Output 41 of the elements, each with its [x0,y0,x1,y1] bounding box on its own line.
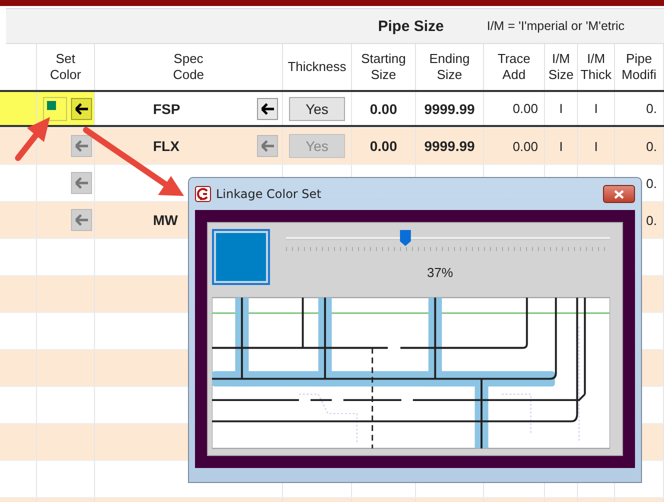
slider-value: 37% [426,265,454,280]
spec-code: FLX [153,138,180,154]
annotation-arrow [15,117,50,161]
table-cell: 9999.99 [424,138,475,154]
table-cell: 0.00 [370,100,398,116]
table-cell: I [594,138,598,154]
column-header: Trace Add [484,44,545,90]
column-header: Thickness [283,44,352,90]
table-cell: 0. [646,101,657,116]
close-button[interactable] [603,185,635,203]
color-swatch[interactable] [43,96,67,120]
table-cell: 0. [646,138,657,154]
column-header: Ending Size [416,44,484,90]
column-header: Starting Size [352,44,416,90]
arrow-left-icon[interactable] [71,98,92,120]
spec-code: MW [153,212,178,228]
table-cell: I [559,101,563,116]
slider-thumb[interactable] [400,230,411,246]
color-swatch[interactable] [212,229,270,285]
table-cell: I [559,138,563,154]
app-logo-icon [195,186,211,202]
yes-button[interactable]: Yes [289,96,345,120]
legend-note: I/M = 'I'mperial or 'M'etric [486,19,625,33]
close-icon [614,190,624,198]
column-header: Pipe Modifi [615,44,664,90]
slider-track[interactable] [286,229,610,247]
table-cell: 0.00 [370,138,398,154]
column-header: I/M Size [545,44,578,90]
table-cell: I [594,101,598,116]
table-cell: 0. [646,176,657,190]
table-cell: 0. [646,212,657,228]
column-header: Set Color [37,44,95,90]
table-cell: 0.00 [512,138,538,154]
arrow-left-icon[interactable] [257,98,278,120]
column-header: I/M Thick [578,44,615,90]
table-cell: 9999.99 [424,100,475,116]
column-header: Spec Code [95,44,283,90]
spec-code: FSP [153,100,180,116]
window-title: Linkage Color Set [216,187,322,201]
section-title: Pipe Size [378,18,444,34]
table-cell: 0.00 [512,101,538,116]
